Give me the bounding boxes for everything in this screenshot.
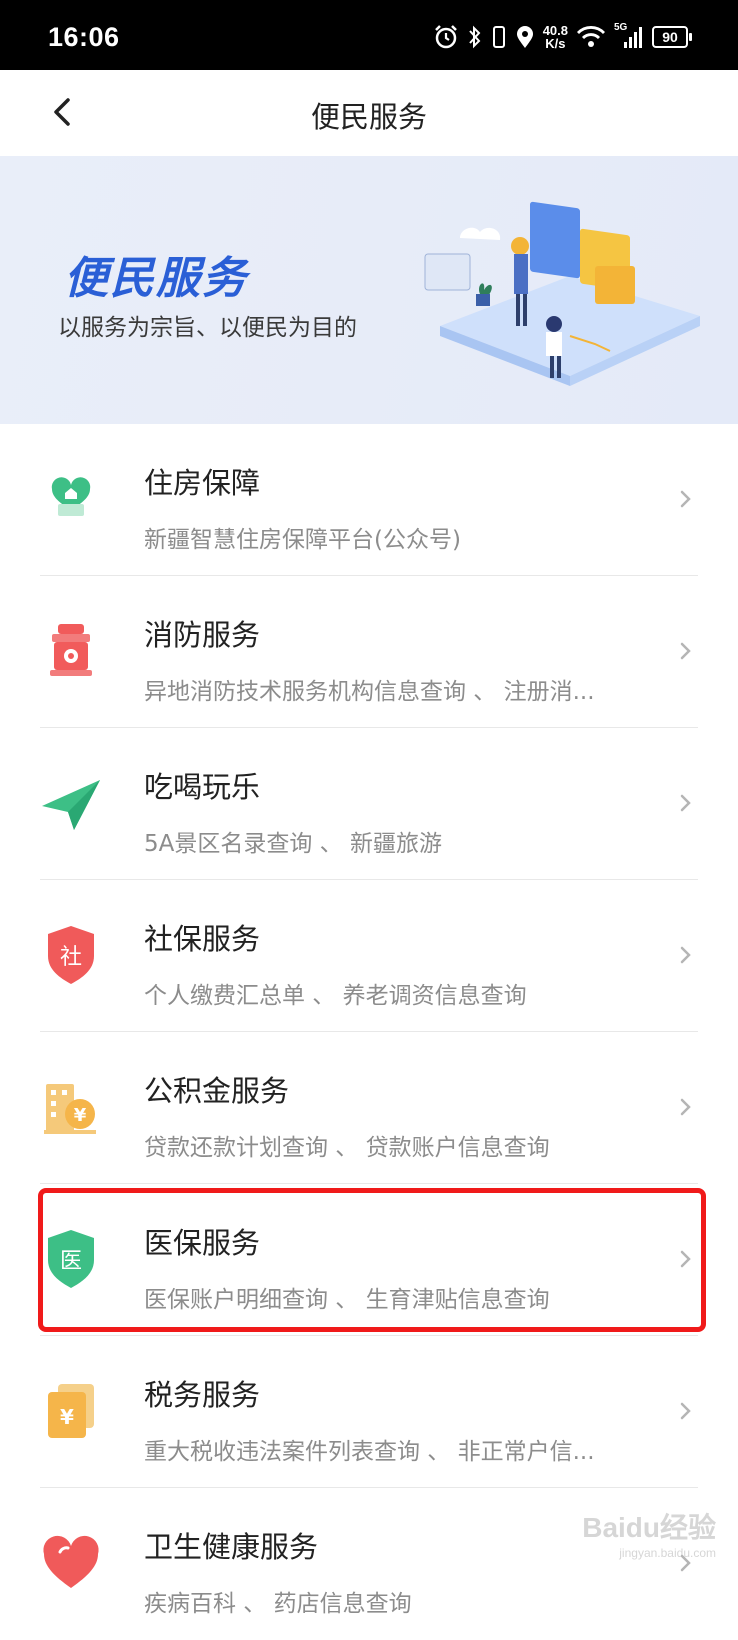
chevron-right-icon <box>680 1402 691 1420</box>
service-item-fire[interactable]: 消防服务 异地消防技术服务机构信息查询 、 注册消... <box>0 576 738 728</box>
banner-subtitle: 以服务为宗旨、以便民为目的 <box>58 315 357 341</box>
fire-hydrant-icon <box>50 624 92 676</box>
watermark: Baidu经验 jingyan.baidu.com <box>582 1512 716 1560</box>
alarm-icon <box>434 25 457 49</box>
service-name: 卫生健康服务 <box>144 1530 319 1564</box>
service-item-tax[interactable]: ¥ 税务服务 重大税收违法案件列表查询 、 非正常户信... <box>0 1336 738 1488</box>
banner: 便民服务 以服务为宗旨、以便民为目的 <box>0 156 738 424</box>
shield-medical-icon: 医 <box>48 1230 94 1288</box>
service-item-social-security[interactable]: 社 社保服务 个人缴费汇总单 、 养老调资信息查询 <box>0 880 738 1032</box>
cell-signal: 5G <box>614 22 644 50</box>
signal-bars-icon <box>624 27 642 48</box>
wifi-icon <box>576 26 606 47</box>
chevron-right-icon <box>680 490 691 508</box>
net-speed: 40.8 K/s <box>542 23 568 51</box>
svg-text:¥: ¥ <box>74 1105 87 1126</box>
service-description: 5A景区名录查询 、 新疆旅游 <box>144 831 442 857</box>
service-description: 疾病百科 、 药店信息查询 <box>144 1591 412 1617</box>
service-description: 医保账户明细查询 、 生育津贴信息查询 <box>144 1287 550 1313</box>
status-icons: 40.8 K/s 5G 90 <box>433 22 692 52</box>
navigation-bar: 便民服务 <box>0 70 738 156</box>
service-name: 医保服务 <box>144 1226 261 1260</box>
chevron-right-icon <box>680 1250 691 1268</box>
chevron-right-icon <box>680 794 691 812</box>
service-description: 个人缴费汇总单 、 养老调资信息查询 <box>144 983 527 1009</box>
tax-document-icon: ¥ <box>48 1384 94 1438</box>
chevron-right-icon <box>680 1098 691 1116</box>
svg-text:社: 社 <box>60 945 82 970</box>
service-name: 住房保障 <box>144 466 261 500</box>
location-icon <box>516 26 533 48</box>
office-illustration-icon <box>424 201 700 386</box>
vibrate-icon <box>492 26 505 48</box>
banner-title: 便民服务 <box>64 253 248 304</box>
heart-icon <box>43 1535 99 1588</box>
building-yen-icon: ¥ <box>44 1084 96 1134</box>
status-time: 16:06 <box>48 22 120 52</box>
service-item-medical-insurance[interactable]: 医 医保服务 医保账户明细查询 、 生育津贴信息查询 <box>0 1184 738 1336</box>
service-name: 社保服务 <box>144 922 261 956</box>
paper-plane-icon <box>42 780 100 830</box>
service-description: 新疆智慧住房保障平台(公众号) <box>144 527 461 553</box>
service-item-leisure[interactable]: 吃喝玩乐 5A景区名录查询 、 新疆旅游 <box>0 728 738 880</box>
service-description: 重大税收违法案件列表查询 、 非正常户信... <box>144 1439 595 1465</box>
svg-text:医: 医 <box>60 1249 82 1274</box>
service-description: 贷款还款计划查询 、 贷款账户信息查询 <box>144 1135 550 1161</box>
service-name: 吃喝玩乐 <box>144 770 261 804</box>
shield-social-icon: 社 <box>48 926 94 984</box>
svg-text:¥: ¥ <box>60 1405 74 1429</box>
service-item-housing-fund[interactable]: ¥ 公积金服务 贷款还款计划查询 、 贷款账户信息查询 <box>0 1032 738 1184</box>
service-description: 异地消防技术服务机构信息查询 、 注册消... <box>144 679 595 705</box>
bluetooth-icon <box>468 25 481 49</box>
service-name: 税务服务 <box>144 1378 261 1412</box>
house-heart-icon <box>51 477 91 516</box>
service-name: 消防服务 <box>144 618 261 652</box>
service-item-housing[interactable]: 住房保障 新疆智慧住房保障平台(公众号) <box>0 424 738 576</box>
service-name: 公积金服务 <box>144 1074 290 1108</box>
chevron-right-icon <box>680 642 691 660</box>
battery-indicator: 90 <box>652 26 692 48</box>
service-list: 住房保障 新疆智慧住房保障平台(公众号) 消防服务 异地消防技术服务机构信息查询… <box>0 424 738 1640</box>
page-title: 便民服务 <box>310 100 427 134</box>
chevron-right-icon <box>680 946 691 964</box>
status-bar: 16:06 40.8 K/s 5G 90 <box>0 0 738 70</box>
